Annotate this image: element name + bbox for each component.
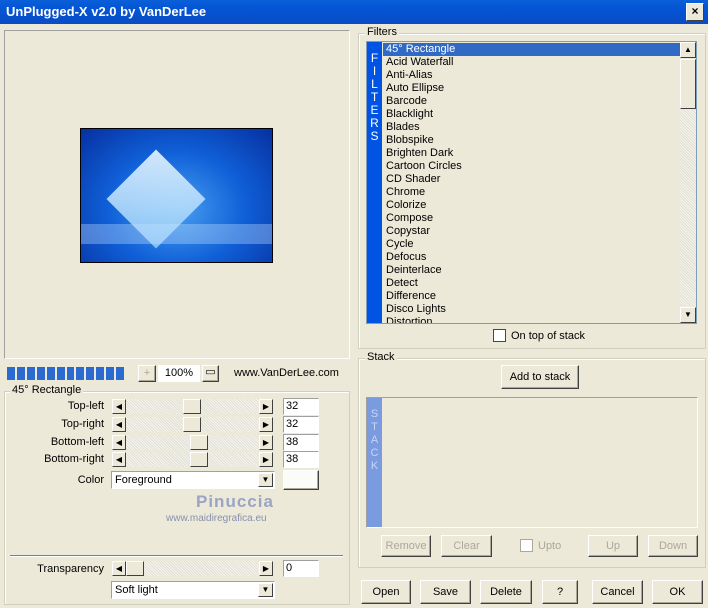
- slider-thumb[interactable]: [189, 435, 208, 450]
- progress-bar: [6, 366, 125, 381]
- down-button[interactable]: Down: [648, 535, 698, 557]
- watermark-logo: Pinuccia: [196, 492, 274, 511]
- slider-label: Top-left: [67, 400, 104, 412]
- chevron-down-icon[interactable]: ▼: [258, 473, 273, 487]
- filter-item[interactable]: Blacklight: [383, 108, 681, 121]
- stack-group-label: Stack: [365, 351, 397, 363]
- blend-mode-select[interactable]: Soft light ▼: [111, 581, 275, 599]
- scroll-down-arrow[interactable]: ▼: [680, 307, 696, 323]
- filter-item[interactable]: Colorize: [383, 199, 681, 212]
- stack-side-bar: STACK: [367, 398, 382, 527]
- cancel-button[interactable]: Cancel: [592, 580, 643, 604]
- remove-button[interactable]: Remove: [381, 535, 431, 557]
- slider-thumb[interactable]: [189, 452, 208, 467]
- slider-track[interactable]: [126, 399, 259, 414]
- slider-track[interactable]: [126, 417, 259, 432]
- slider-value-input[interactable]: 38: [283, 451, 319, 468]
- filters-scrollbar[interactable]: ▲ ▼: [680, 42, 696, 323]
- slider-right-arrow[interactable]: ▶: [259, 417, 273, 432]
- help-button[interactable]: ?: [542, 580, 578, 604]
- preview-image: [80, 128, 273, 263]
- filter-item[interactable]: Chrome: [383, 186, 681, 199]
- fit-preview-icon[interactable]: ▭: [202, 365, 219, 382]
- filter-item[interactable]: Deinterlace: [383, 264, 681, 277]
- transparency-thumb[interactable]: [126, 561, 144, 576]
- slider-left-arrow[interactable]: ◀: [112, 399, 126, 414]
- filter-item[interactable]: Anti-Alias: [383, 69, 681, 82]
- slider-left-arrow[interactable]: ◀: [112, 452, 126, 467]
- slider-right-arrow[interactable]: ▶: [259, 452, 273, 467]
- slider-label: Top-right: [61, 418, 104, 430]
- on-top-checkbox[interactable]: [493, 329, 506, 342]
- transparency-slider[interactable]: [126, 561, 259, 576]
- website-link[interactable]: www.VanDerLee.com: [234, 367, 339, 379]
- slider-track[interactable]: [126, 452, 259, 467]
- scroll-up-arrow[interactable]: ▲: [680, 42, 696, 58]
- open-button[interactable]: Open: [361, 580, 411, 604]
- slider-value-input[interactable]: 32: [283, 398, 319, 415]
- chevron-down-icon[interactable]: ▼: [258, 583, 273, 597]
- filter-item[interactable]: Defocus: [383, 251, 681, 264]
- filter-item[interactable]: Blobspike: [383, 134, 681, 147]
- filter-item[interactable]: Acid Waterfall: [383, 56, 681, 69]
- transparency-label: Transparency: [37, 563, 104, 575]
- blend-mode-value: Soft light: [115, 584, 158, 596]
- filter-item[interactable]: Cycle: [383, 238, 681, 251]
- filters-list[interactable]: 45° Rectangle Acid Waterfall Anti-Alias Aut…: [383, 43, 681, 323]
- slider-left-arrow[interactable]: ◀: [112, 435, 126, 450]
- color-swatch[interactable]: [283, 470, 319, 490]
- slider-label: Bottom-right: [44, 453, 104, 465]
- clear-button[interactable]: Clear: [441, 535, 492, 557]
- color-value: Foreground: [115, 474, 172, 486]
- filters-list-box: FILTERS 45° Rectangle Acid Waterfall Anti-…: [366, 41, 697, 324]
- filter-item[interactable]: Blades: [383, 121, 681, 134]
- separator: [10, 555, 343, 557]
- on-top-label: On top of stack: [511, 330, 585, 342]
- ok-button[interactable]: OK: [652, 580, 703, 604]
- filter-item[interactable]: Barcode: [383, 95, 681, 108]
- upto-label: Upto: [538, 540, 562, 552]
- filter-item[interactable]: Distortion: [383, 316, 681, 323]
- slider-thumb[interactable]: [182, 399, 201, 414]
- transparency-input[interactable]: 0: [283, 560, 319, 577]
- window-title: UnPlugged-X v2.0 by VanDerLee: [6, 4, 207, 19]
- filter-item[interactable]: Auto Ellipse: [383, 82, 681, 95]
- filter-item[interactable]: Cartoon Circles: [383, 160, 681, 173]
- slider-left-arrow[interactable]: ◀: [112, 417, 126, 432]
- zoom-in-button[interactable]: +: [138, 365, 156, 382]
- slider-value-input[interactable]: 32: [283, 416, 319, 433]
- color-label: Color: [77, 474, 104, 486]
- filter-item[interactable]: CD Shader: [383, 173, 681, 186]
- upto-checkbox[interactable]: [520, 539, 533, 552]
- slider-right-arrow[interactable]: ▶: [259, 399, 273, 414]
- stack-list-box[interactable]: STACK: [366, 397, 698, 528]
- slider-track[interactable]: [126, 435, 259, 450]
- slider-label: Bottom-left: [50, 436, 104, 448]
- filter-item[interactable]: Disco Lights: [383, 303, 681, 316]
- settings-group-label: 45° Rectangle: [10, 384, 84, 396]
- add-to-stack-button[interactable]: Add to stack: [501, 365, 579, 389]
- filter-item[interactable]: Brighten Dark: [383, 147, 681, 160]
- title-bar: UnPlugged-X v2.0 by VanDerLee: [0, 0, 708, 24]
- filter-item[interactable]: Compose: [383, 212, 681, 225]
- filter-item[interactable]: Detect: [383, 277, 681, 290]
- filter-item[interactable]: 45° Rectangle: [383, 43, 681, 56]
- slider-thumb[interactable]: [182, 417, 201, 432]
- slider-right-arrow[interactable]: ▶: [259, 435, 273, 450]
- transparency-right-arrow[interactable]: ▶: [259, 561, 273, 576]
- transparency-left-arrow[interactable]: ◀: [112, 561, 126, 576]
- scroll-thumb[interactable]: [680, 59, 696, 109]
- color-select[interactable]: Foreground ▼: [111, 471, 275, 489]
- close-button[interactable]: ×: [686, 3, 704, 21]
- filters-group-label: Filters: [365, 26, 399, 38]
- filter-item[interactable]: Copystar: [383, 225, 681, 238]
- filter-item[interactable]: Difference: [383, 290, 681, 303]
- filters-side-bar: FILTERS: [367, 42, 382, 323]
- up-button[interactable]: Up: [588, 535, 638, 557]
- save-button[interactable]: Save: [420, 580, 471, 604]
- zoom-level: 100%: [158, 365, 200, 382]
- slider-value-input[interactable]: 38: [283, 434, 319, 451]
- watermark-url: www.maidiregrafica.eu: [166, 513, 267, 524]
- delete-button[interactable]: Delete: [480, 580, 532, 604]
